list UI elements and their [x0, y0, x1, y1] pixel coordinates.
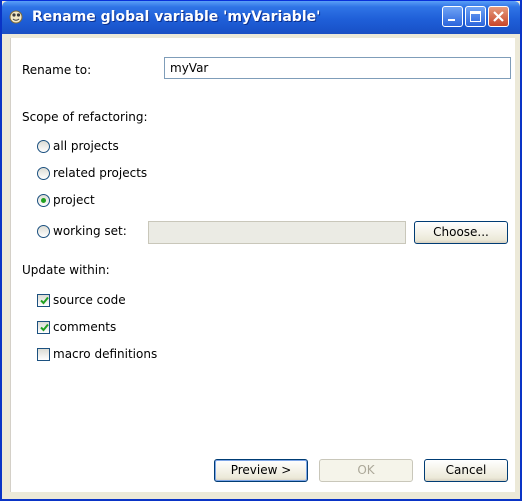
radio-button-icon: [37, 166, 50, 180]
checkbox-macro-definitions[interactable]: macro definitions: [37, 347, 157, 361]
checkbox-source-code-label: source code: [53, 293, 126, 307]
radio-project-label: project: [53, 193, 95, 207]
radio-project[interactable]: project: [37, 193, 95, 207]
cancel-button[interactable]: Cancel: [424, 459, 508, 482]
working-set-input[interactable]: [148, 221, 406, 244]
radio-all-projects[interactable]: all projects: [37, 139, 119, 153]
choose-button[interactable]: Choose...: [414, 221, 508, 244]
radio-button-selected-icon: [37, 193, 50, 207]
radio-working-set[interactable]: working set:: [37, 224, 127, 238]
radio-all-projects-label: all projects: [53, 139, 119, 153]
minimize-icon: [448, 19, 455, 21]
radio-related-projects-label: related projects: [53, 166, 148, 180]
app-icon: [9, 10, 23, 24]
preview-button[interactable]: Preview >: [214, 459, 308, 482]
maximize-icon: [470, 11, 481, 22]
scope-heading: Scope of refactoring:: [22, 110, 148, 124]
close-button[interactable]: [488, 6, 509, 27]
checkbox-comments[interactable]: comments: [37, 320, 116, 334]
maximize-button[interactable]: [465, 6, 486, 27]
window-title: Rename global variable 'myVariable': [32, 9, 321, 25]
dialog-body: Rename to: Scope of refactoring: all pro…: [10, 38, 515, 492]
checkmark-icon: [40, 323, 49, 331]
checkbox-checked-icon: [37, 293, 50, 307]
checkbox-comments-label: comments: [53, 320, 117, 334]
checkbox-source-code[interactable]: source code: [37, 293, 126, 307]
rename-dialog-window: Rename global variable 'myVariable' Rena…: [0, 0, 522, 501]
update-within-heading: Update within:: [22, 263, 110, 277]
checkbox-unchecked-icon: [37, 347, 50, 361]
rename-to-input[interactable]: [164, 57, 511, 79]
radio-related-projects[interactable]: related projects: [37, 166, 147, 180]
radio-button-icon: [37, 139, 50, 153]
dialog-content: Rename to: Scope of refactoring: all pro…: [10, 38, 515, 492]
close-icon: [493, 11, 504, 22]
checkbox-checked-icon: [37, 320, 50, 334]
ok-button[interactable]: OK: [319, 459, 413, 482]
checkbox-macro-definitions-label: macro definitions: [53, 347, 158, 361]
checkmark-icon: [40, 296, 49, 304]
minimize-button[interactable]: [442, 6, 463, 27]
title-bar[interactable]: Rename global variable 'myVariable': [2, 1, 520, 34]
rename-to-label: Rename to:: [22, 63, 92, 77]
radio-button-icon: [37, 224, 50, 238]
radio-working-set-label: working set:: [53, 224, 127, 238]
